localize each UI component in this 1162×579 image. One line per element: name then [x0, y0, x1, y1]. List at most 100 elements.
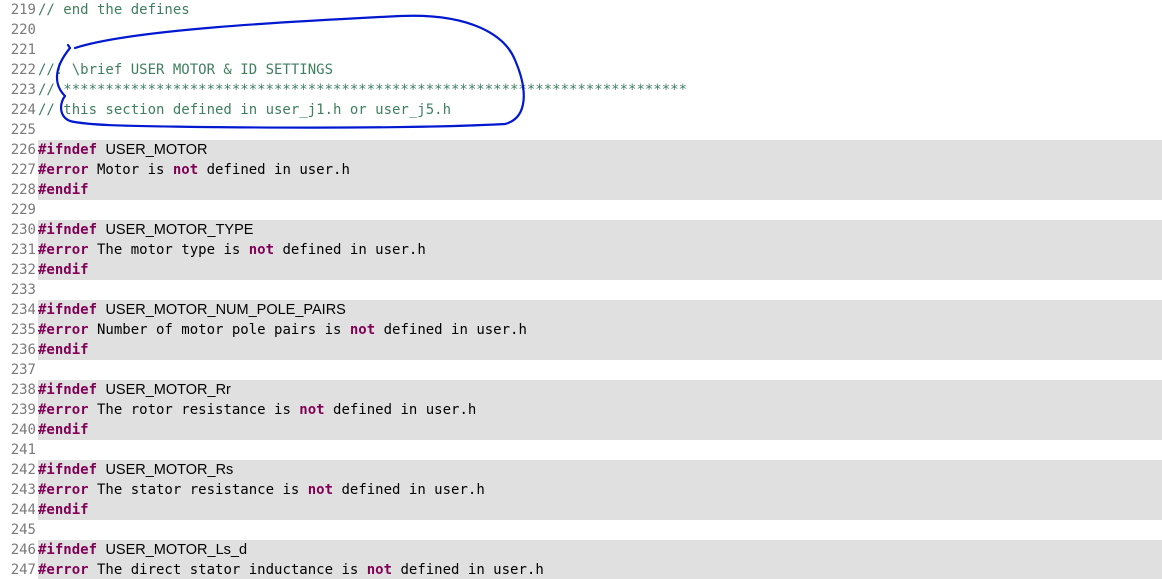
token-plain: The motor type is	[88, 242, 249, 258]
code-lines[interactable]: 219// end the defines 220 221 222//! \brief…	[0, 0, 1162, 579]
line-code[interactable]	[38, 360, 1162, 380]
code-line[interactable]: 244 #endif	[0, 500, 1162, 520]
line-number: 243	[10, 482, 36, 498]
token-comment: // *************************************…	[38, 82, 688, 98]
line-code[interactable]: #error The direct stator inductance is n…	[38, 560, 1162, 579]
token-directive: #ifndef	[38, 542, 98, 558]
code-line[interactable]: 229	[0, 200, 1162, 220]
token-directive: #endif	[38, 502, 89, 518]
line-code[interactable]: #error The rotor resistance is not defin…	[38, 400, 1162, 420]
line-number: 240	[10, 422, 36, 438]
code-line[interactable]: 237	[0, 360, 1162, 380]
line-code[interactable]: #error The motor type is not defined in …	[38, 240, 1162, 260]
code-line[interactable]: 234 #ifndef USER_MOTOR_NUM_POLE_PAIRS	[0, 300, 1162, 320]
line-code[interactable]: #endif	[38, 180, 1162, 200]
code-line[interactable]: 224// this section defined in user_j1.h …	[0, 100, 1162, 120]
code-line[interactable]: 245	[0, 520, 1162, 540]
code-line[interactable]: 221	[0, 40, 1162, 60]
line-number: 238	[10, 382, 36, 398]
line-code[interactable]: #ifndef USER_MOTOR_NUM_POLE_PAIRS	[38, 300, 1162, 320]
token-macro: USER_MOTOR_NUM_POLE_PAIRS	[105, 302, 346, 318]
token-macro: USER_MOTOR_Ls_d	[105, 542, 248, 558]
line-code[interactable]: #error Motor is not defined in user.h	[38, 160, 1162, 180]
line-number: 226	[10, 142, 36, 158]
line-code[interactable]: #endif	[38, 260, 1162, 280]
line-code[interactable]	[38, 120, 1162, 140]
token-macro: USER_MOTOR	[105, 142, 208, 158]
line-number: 247	[10, 562, 36, 578]
line-number: 231	[10, 242, 36, 258]
line-code[interactable]: #endif	[38, 500, 1162, 520]
token-keyword: not	[248, 242, 275, 258]
code-line[interactable]: 225	[0, 120, 1162, 140]
line-code[interactable]: #error The stator resistance is not defi…	[38, 480, 1162, 500]
line-number: 230	[10, 222, 36, 238]
token-keyword: not	[307, 482, 334, 498]
line-number: 223	[10, 82, 36, 98]
line-code[interactable]: #ifndef USER_MOTOR	[38, 140, 1162, 160]
code-line[interactable]: 238 #ifndef USER_MOTOR_Rr	[0, 380, 1162, 400]
line-code[interactable]: #ifndef USER_MOTOR_Rs	[38, 460, 1162, 480]
line-code[interactable]: #ifndef USER_MOTOR_Rr	[38, 380, 1162, 400]
line-number: 245	[10, 522, 36, 538]
code-line[interactable]: 220	[0, 20, 1162, 40]
line-code[interactable]: #error Number of motor pole pairs is not…	[38, 320, 1162, 340]
token-plain: The stator resistance is	[88, 482, 308, 498]
line-code[interactable]	[38, 280, 1162, 300]
code-line[interactable]: 227 #error Motor is not defined in user.h	[0, 160, 1162, 180]
line-code[interactable]: #ifndef USER_MOTOR_TYPE	[38, 220, 1162, 240]
line-code[interactable]: // this section defined in user_j1.h or …	[38, 100, 1162, 120]
line-code[interactable]: // end the defines	[38, 0, 1162, 20]
line-code[interactable]: #ifndef USER_MOTOR_Ls_d	[38, 540, 1162, 560]
code-editor[interactable]: 219// end the defines 220 221 222//! \brief…	[0, 0, 1162, 579]
code-line[interactable]: 246 #ifndef USER_MOTOR_Ls_d	[0, 540, 1162, 560]
code-line[interactable]: 247 #error The direct stator inductance i…	[0, 560, 1162, 579]
line-code[interactable]: #endif	[38, 340, 1162, 360]
token-directive: #ifndef	[38, 462, 98, 478]
code-line[interactable]: 232 #endif	[0, 260, 1162, 280]
token-macro: USER_MOTOR_Rs	[105, 462, 234, 478]
line-code[interactable]: // *************************************…	[38, 80, 1162, 100]
token-plain: The direct stator inductance is	[88, 562, 367, 578]
code-line[interactable]: 239 #error The rotor resistance is not de…	[0, 400, 1162, 420]
token-plain: Number of motor pole pairs is	[88, 322, 350, 338]
code-line[interactable]: 233	[0, 280, 1162, 300]
code-line[interactable]: 230 #ifndef USER_MOTOR_TYPE	[0, 220, 1162, 240]
token-directive: #ifndef	[38, 382, 98, 398]
token-keyword: not	[172, 162, 199, 178]
code-line[interactable]: 231 #error The motor type is not defined …	[0, 240, 1162, 260]
code-line[interactable]: 242 #ifndef USER_MOTOR_Rs	[0, 460, 1162, 480]
code-line[interactable]: 222//! \brief USER MOTOR & ID SETTINGS	[0, 60, 1162, 80]
code-line[interactable]: 241	[0, 440, 1162, 460]
line-code[interactable]	[38, 40, 1162, 60]
code-line[interactable]: 219// end the defines	[0, 0, 1162, 20]
line-number: 244	[10, 502, 36, 518]
line-number: 221	[10, 42, 36, 58]
line-number: 235	[10, 322, 36, 338]
token-directive: #ifndef	[38, 142, 98, 158]
token-directive: #error	[38, 402, 89, 418]
line-code[interactable]	[38, 440, 1162, 460]
token-directive: #error	[38, 482, 89, 498]
token-plain: defined in user.h	[198, 162, 350, 178]
line-number: 242	[10, 462, 36, 478]
line-code[interactable]	[38, 200, 1162, 220]
line-code[interactable]	[38, 20, 1162, 40]
line-code[interactable]	[38, 520, 1162, 540]
code-line[interactable]: 228 #endif	[0, 180, 1162, 200]
line-number: 227	[10, 162, 36, 178]
code-line[interactable]: 240 #endif	[0, 420, 1162, 440]
code-line[interactable]: 235 #error Number of motor pole pairs is …	[0, 320, 1162, 340]
code-line[interactable]: 226 #ifndef USER_MOTOR	[0, 140, 1162, 160]
line-number: 236	[10, 342, 36, 358]
line-code[interactable]: //! \brief USER MOTOR & ID SETTINGS	[38, 60, 1162, 80]
code-line[interactable]: 223// **********************************…	[0, 80, 1162, 100]
line-code[interactable]: #endif	[38, 420, 1162, 440]
token-plain: defined in user.h	[375, 322, 527, 338]
code-line[interactable]: 243 #error The stator resistance is not d…	[0, 480, 1162, 500]
token-directive: #ifndef	[38, 222, 98, 238]
token-keyword: not	[366, 562, 393, 578]
code-line[interactable]: 236 #endif	[0, 340, 1162, 360]
line-number: 219	[10, 2, 36, 18]
token-macro: USER_MOTOR_TYPE	[105, 222, 254, 238]
